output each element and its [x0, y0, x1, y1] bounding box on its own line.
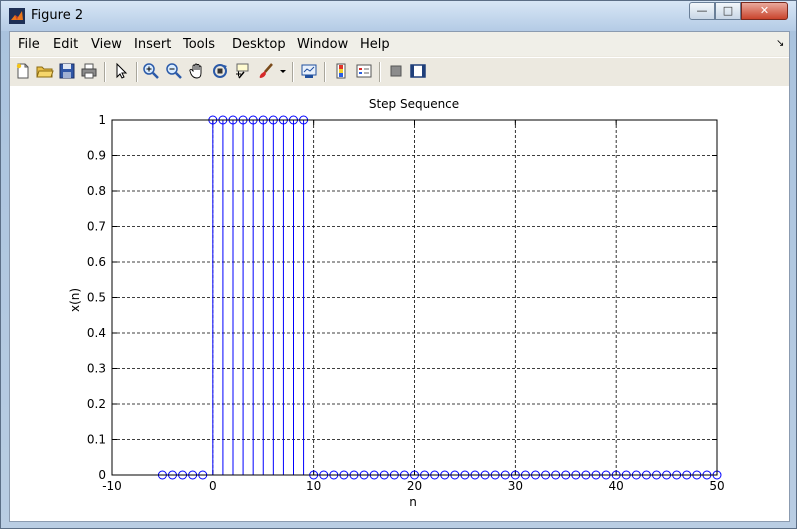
menu-bar: File Edit View Insert Tools Desktop Wind…: [10, 32, 789, 56]
menu-tools[interactable]: Tools: [183, 37, 215, 52]
open-file-icon[interactable]: [36, 62, 54, 80]
data-cursor-icon[interactable]: [234, 62, 252, 80]
y-tick-label: 0.3: [87, 362, 106, 376]
menu-window[interactable]: Window: [297, 37, 348, 52]
show-plot-tools-icon[interactable]: [409, 62, 427, 80]
x-tick-label: 0: [209, 479, 217, 493]
y-tick-label: 0.6: [87, 255, 106, 269]
maximize-button[interactable]: □: [715, 2, 741, 20]
x-tick-label: 50: [709, 479, 724, 493]
x-tick-label: 10: [306, 479, 321, 493]
y-tick-label: 0.8: [87, 184, 106, 198]
save-icon[interactable]: [58, 62, 76, 80]
y-tick-label: 0.5: [87, 291, 106, 305]
menu-file[interactable]: File: [18, 37, 40, 52]
x-tick-label: 40: [609, 479, 624, 493]
insert-legend-icon[interactable]: [355, 62, 373, 80]
matlab-logo-icon: [9, 8, 25, 24]
menu-help[interactable]: Help: [360, 37, 390, 52]
figure-toolbar: [10, 57, 789, 87]
figure-client-area: File Edit View Insert Tools Desktop Wind…: [9, 31, 790, 522]
brush-icon[interactable]: [257, 62, 275, 80]
close-button[interactable]: ✕: [741, 2, 788, 20]
y-tick-label: 0: [98, 468, 106, 482]
x-axis-label: n: [409, 495, 417, 509]
menu-insert[interactable]: Insert: [134, 37, 171, 52]
y-tick-label: 1: [98, 113, 106, 127]
y-tick-label: 0.2: [87, 397, 106, 411]
y-tick-label: 0.9: [87, 149, 106, 163]
minimize-button[interactable]: —: [689, 2, 715, 20]
toolbar-separator: [136, 62, 138, 82]
menu-edit[interactable]: Edit: [53, 37, 78, 52]
axis-ticks: -10 0 10 20 30 40 5000.10.20.30.40.50.60.70.80…: [87, 113, 725, 493]
pan-icon[interactable]: [188, 62, 206, 80]
link-plot-icon[interactable]: [300, 62, 318, 80]
edit-plot-icon[interactable]: [112, 62, 130, 80]
figure-canvas[interactable]: Step Sequence n x(n) -10 0 10 20 30 40 50 0 0.1 0…: [10, 86, 789, 521]
plot-title: Step Sequence: [369, 97, 459, 111]
toolbar-separator: [292, 62, 294, 82]
zoom-out-icon[interactable]: [165, 62, 183, 80]
x-tick-label: 30: [508, 479, 523, 493]
figure-window: Figure 2 — □ ✕ File Edit View Insert Too…: [0, 0, 797, 529]
grid-lines: [112, 120, 717, 475]
hide-plot-tools-icon[interactable]: [387, 62, 405, 80]
window-title: Figure 2: [31, 8, 84, 23]
stem-plot[interactable]: Step Sequence n x(n) -10 0 10 20 30 40 5000.10…: [10, 86, 789, 521]
brush-dropdown-icon[interactable]: [278, 62, 288, 80]
new-figure-icon[interactable]: [14, 62, 32, 80]
toolbar-separator: [379, 62, 381, 82]
y-tick-label: 0.7: [87, 220, 106, 234]
menu-view[interactable]: View: [91, 37, 122, 52]
toolbar-separator: [324, 62, 326, 82]
print-icon[interactable]: [80, 62, 98, 80]
title-bar[interactable]: Figure 2 — □ ✕: [1, 1, 796, 31]
menu-desktop[interactable]: Desktop: [232, 37, 286, 52]
insert-colorbar-icon[interactable]: [332, 62, 350, 80]
y-axis-label: x(n): [68, 288, 82, 312]
x-tick-label: 20: [407, 479, 422, 493]
menu-overflow-icon[interactable]: ↘: [776, 38, 784, 49]
zoom-in-icon[interactable]: [142, 62, 160, 80]
rotate-3d-icon[interactable]: [211, 62, 229, 80]
y-tick-label: 0.1: [87, 433, 106, 447]
toolbar-separator: [104, 62, 106, 82]
y-tick-label: 0.4: [87, 326, 106, 340]
